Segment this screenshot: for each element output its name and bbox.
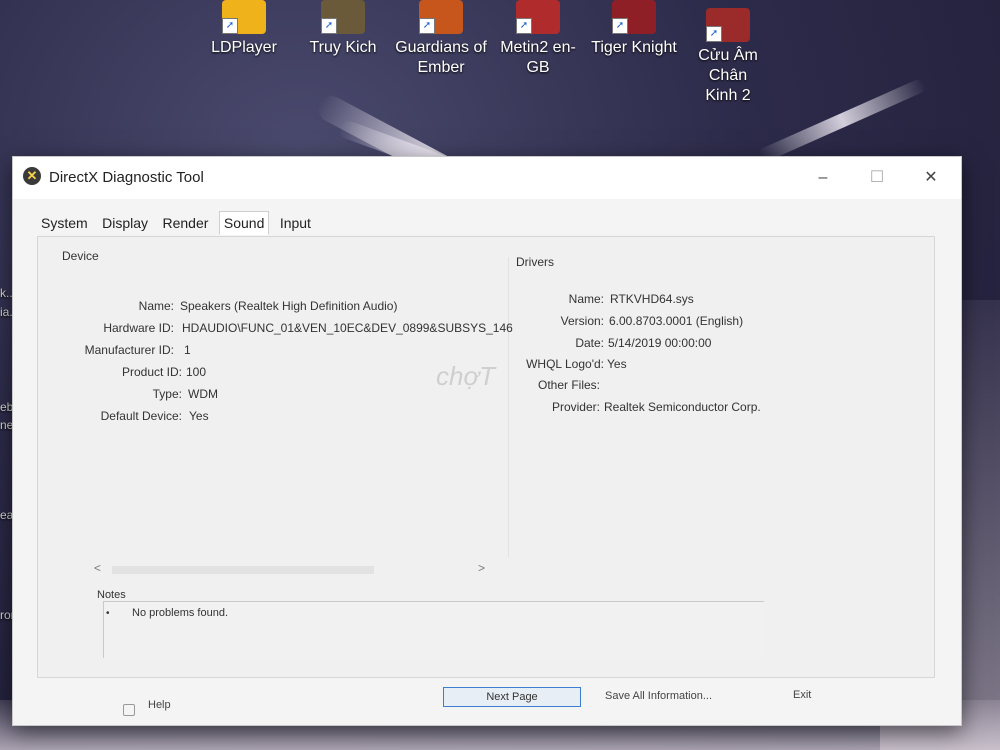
tab-input[interactable]: Input xyxy=(276,212,315,234)
hardware-id-value: HDAUDIO\FUNC_01&VEN_10EC&DEV_0899&SUBSYS… xyxy=(182,321,513,335)
product-id-value: 100 xyxy=(186,365,207,379)
watermark: chợT xyxy=(436,361,496,391)
desktop-icon-label: Cửu Âm Chân xyxy=(698,47,758,84)
ldplayer-icon: ➚ xyxy=(222,0,266,34)
driver-name-label: Name: xyxy=(568,292,604,306)
desktop-icon-label: Guardians of xyxy=(395,39,487,56)
window-title: DirectX Diagnostic Tool xyxy=(49,169,204,186)
shortcut-arrow-icon: ➚ xyxy=(612,18,628,34)
tab-render[interactable]: Render xyxy=(159,212,213,234)
type-label: Type: xyxy=(152,387,182,401)
next-page-button[interactable]: Next Page xyxy=(443,687,581,707)
device-group-label: Device xyxy=(62,249,99,263)
tab-system[interactable]: System xyxy=(37,212,92,234)
save-all-information-button[interactable]: Save All Information... xyxy=(605,690,712,702)
whql-label: WHQL Logo'd: xyxy=(526,357,604,371)
wallpaper-streak xyxy=(757,77,928,164)
shortcut-arrow-icon: ➚ xyxy=(419,18,435,34)
desktop-icon-cuu-am-chan-kinh[interactable]: ➚ Cửu Âm Chân Kinh 2 xyxy=(678,8,778,106)
scrollbar-thumb[interactable] xyxy=(112,566,374,574)
help-checkbox-icon[interactable] xyxy=(123,704,135,716)
notes-text: No problems found. xyxy=(132,607,228,619)
shortcut-arrow-icon: ➚ xyxy=(321,18,337,34)
hardware-id-label: Hardware ID: xyxy=(103,321,174,335)
close-button[interactable]: ✕ xyxy=(911,165,951,191)
provider-label: Provider: xyxy=(551,400,600,414)
help-button[interactable]: Help xyxy=(148,699,171,711)
device-name-value: Speakers (Realtek High Definition Audio) xyxy=(180,299,398,313)
tab-display[interactable]: Display xyxy=(98,212,152,234)
default-device-label: Default Device: xyxy=(100,409,182,423)
other-files-label: Other Files: xyxy=(537,378,600,392)
shortcut-arrow-icon: ➚ xyxy=(706,26,722,42)
device-horizontal-scrollbar[interactable]: < > xyxy=(94,561,490,577)
notes-box: • No problems found. xyxy=(103,601,764,658)
title-bar[interactable]: ✕ DirectX Diagnostic Tool – ☐ ✕ xyxy=(13,157,961,199)
notes-label: Notes xyxy=(97,589,126,601)
whql-value: Yes xyxy=(607,357,627,371)
manufacturer-id-label: Manufacturer ID: xyxy=(84,343,174,357)
product-id-label: Product ID: xyxy=(121,365,182,379)
scroll-right-arrow-icon[interactable]: > xyxy=(478,561,485,575)
desktop-icon-label: Kinh 2 xyxy=(705,87,751,104)
desktop-icon-truy-kich[interactable]: ➚ Truy Kich xyxy=(295,0,391,58)
driver-date-label: Date: xyxy=(575,336,604,350)
shortcut-arrow-icon: ➚ xyxy=(222,18,238,34)
desktop-icon-label: LDPlayer xyxy=(211,39,277,56)
desktop-icon-metin2[interactable]: ➚ Metin2 en-GB xyxy=(490,0,586,78)
desktop-icon-label: Tiger Knight xyxy=(591,39,677,56)
driver-version-value: 6.00.8703.0001 (English) xyxy=(609,314,744,328)
tab-sound[interactable]: Sound xyxy=(218,211,270,235)
desktop-icon-label: Truy Kich xyxy=(309,39,377,56)
notes-bullet: • xyxy=(106,608,110,619)
manufacturer-id-value: 1 xyxy=(184,343,191,357)
drivers-group-label: Drivers xyxy=(516,255,554,269)
desktop-icon-label: Metin2 en-GB xyxy=(500,39,576,76)
directx-x-icon: ✕ xyxy=(23,167,41,185)
provider-value: Realtek Semiconductor Corp. xyxy=(604,400,761,414)
scroll-left-arrow-icon[interactable]: < xyxy=(94,561,101,575)
directx-diagnostic-window: ✕ DirectX Diagnostic Tool – ☐ ✕ System D… xyxy=(12,156,962,726)
driver-date-value: 5/14/2019 00:00:00 xyxy=(608,336,712,350)
device-name-label: Name: xyxy=(138,299,174,313)
tab-bar: System Display Render Sound Input xyxy=(37,211,317,235)
maximize-button[interactable]: ☐ xyxy=(857,165,897,191)
group-divider xyxy=(508,257,509,557)
minimize-button[interactable]: – xyxy=(803,165,843,191)
driver-name-value: RTKVHD64.sys xyxy=(610,292,694,306)
default-device-value: Yes xyxy=(189,409,209,423)
exit-button[interactable]: Exit xyxy=(793,689,811,701)
guardians-of-ember-icon: ➚ xyxy=(419,0,463,34)
type-value: WDM xyxy=(188,387,218,401)
desktop-icon-tiger-knight[interactable]: ➚ Tiger Knight xyxy=(586,0,682,58)
shortcut-arrow-icon: ➚ xyxy=(516,18,532,34)
desktop-icon-guardians-of-ember[interactable]: ➚ Guardians of Ember xyxy=(392,0,490,78)
desktop-icon-label: Ember xyxy=(417,59,465,76)
driver-version-label: Version: xyxy=(560,314,604,328)
metin2-icon: ➚ xyxy=(516,0,560,34)
cuu-am-chan-kinh-icon: ➚ xyxy=(706,8,750,42)
desktop-icon-ldplayer[interactable]: ➚ LDPlayer xyxy=(196,0,292,58)
tiger-knight-icon: ➚ xyxy=(612,0,656,34)
truy-kich-icon: ➚ xyxy=(321,0,365,34)
